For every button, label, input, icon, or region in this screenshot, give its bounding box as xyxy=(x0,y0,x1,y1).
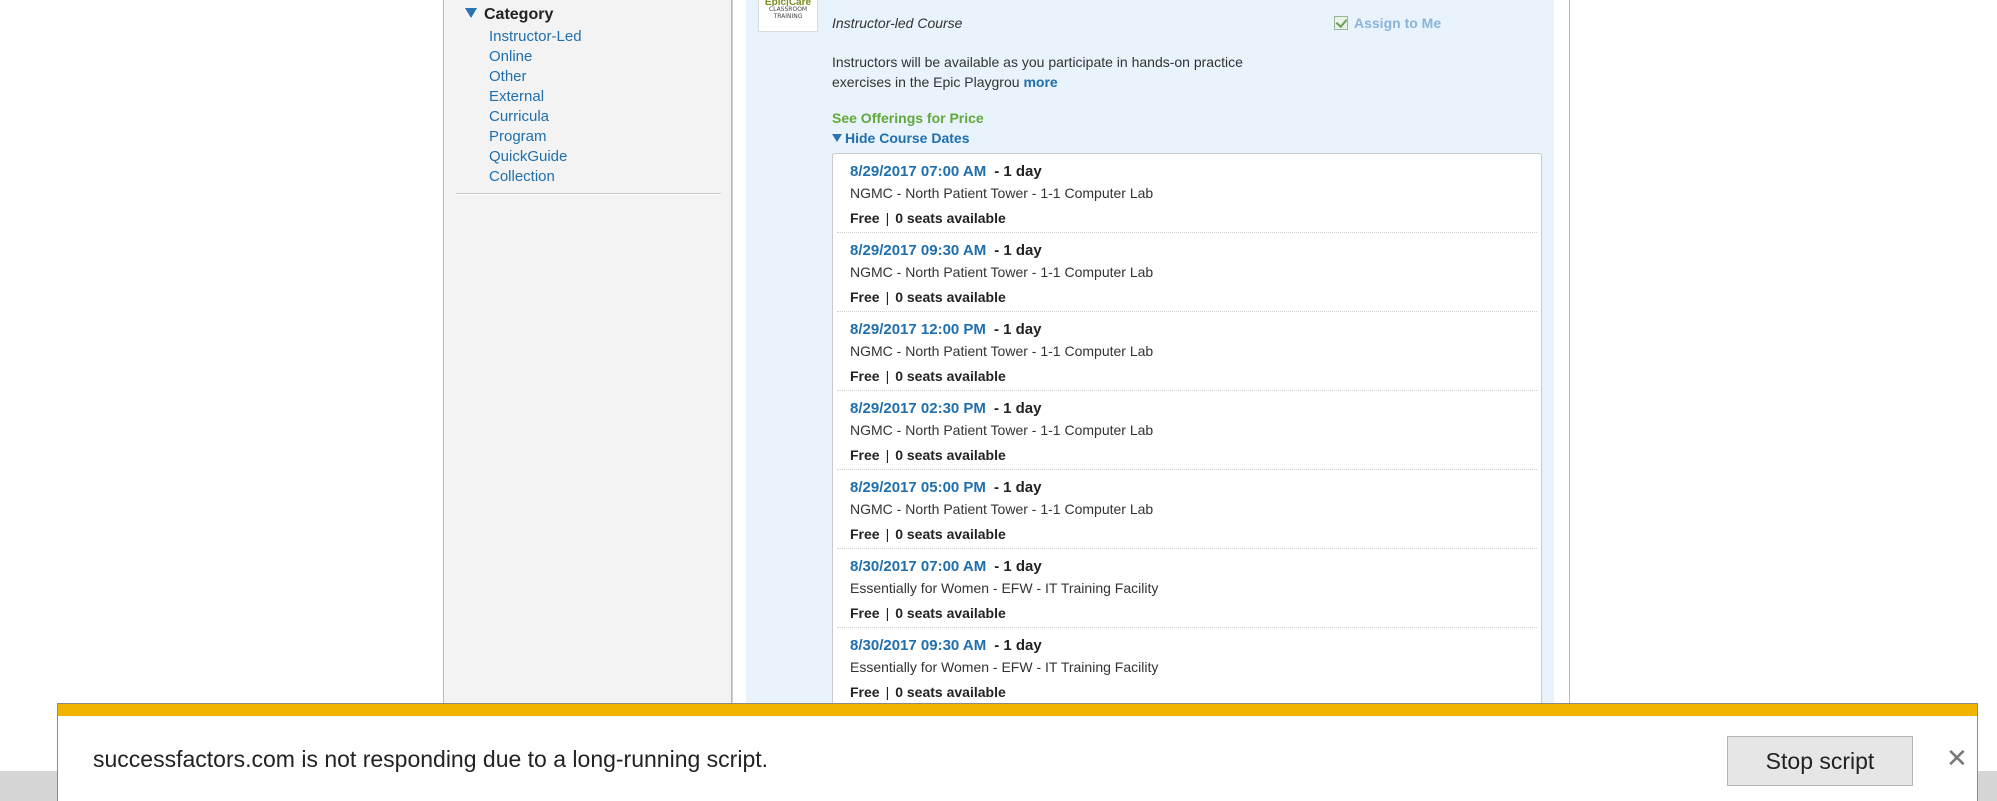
offering-price: Free xyxy=(850,684,880,700)
offering-price: Free xyxy=(850,605,880,621)
offering-price: Free xyxy=(850,368,880,384)
offering-row: 8/29/2017 12:00 PM - 1 day NGMC - North P… xyxy=(837,312,1537,391)
course-card: Epic|Care CLASSROOM TRAINING Instructor-… xyxy=(746,0,1554,715)
category-link-other[interactable]: Other xyxy=(489,68,527,85)
course-thumbnail[interactable]: Epic|Care CLASSROOM TRAINING xyxy=(758,0,818,32)
offering-location: NGMC - North Patient Tower - 1-1 Compute… xyxy=(850,422,1154,438)
offering-seats: 0 seats available xyxy=(895,447,1006,463)
notification-message: successfactors.com is not responding due… xyxy=(93,746,769,772)
offering-duration: - 1 day xyxy=(994,242,1042,259)
category-link-curricula[interactable]: Curricula xyxy=(489,108,549,125)
category-link-instructor-led[interactable]: Instructor-Led xyxy=(489,28,582,45)
collapse-triangle-icon[interactable] xyxy=(465,8,477,18)
offering-duration: - 1 day xyxy=(993,400,1042,417)
close-icon[interactable]: ✕ xyxy=(1946,744,1968,774)
category-header[interactable]: Category xyxy=(484,6,553,24)
assign-label: Assign to Me xyxy=(1354,15,1442,31)
sidebar-divider xyxy=(456,193,721,194)
offering-price: Free xyxy=(850,447,880,463)
offering-date-link[interactable]: 8/29/2017 12:00 PM xyxy=(850,321,986,338)
category-link-quickguide[interactable]: QuickGuide xyxy=(489,148,567,165)
offering-seats: 0 seats available xyxy=(895,289,1006,305)
offering-date-link[interactable]: 8/30/2017 07:00 AM xyxy=(850,558,986,575)
assign-check-icon xyxy=(1334,16,1348,30)
offering-date-link[interactable]: 8/29/2017 02:30 PM xyxy=(850,400,986,417)
offering-duration: - 1 day xyxy=(994,637,1042,654)
thumbnail-caption: CLASSROOM TRAINING xyxy=(768,6,808,20)
offering-row: 8/29/2017 02:30 PM - 1 day NGMC - North P… xyxy=(837,391,1537,470)
course-description: Instructors will be available as you par… xyxy=(832,52,1302,92)
category-link-program[interactable]: Program xyxy=(489,128,547,145)
offering-date-link[interactable]: 8/29/2017 09:30 AM xyxy=(850,242,986,259)
offering-location: NGMC - North Patient Tower - 1-1 Compute… xyxy=(850,343,1154,359)
offering-location: Essentially for Women - EFW - IT Trainin… xyxy=(850,580,1159,596)
offering-seats: 0 seats available xyxy=(895,368,1006,384)
offering-seats: 0 seats available xyxy=(895,605,1006,621)
offering-row: 8/29/2017 05:00 PM - 1 day NGMC - North P… xyxy=(837,470,1537,549)
stop-script-button[interactable]: Stop script xyxy=(1727,736,1913,786)
offering-price: Free xyxy=(850,289,880,305)
background-strip xyxy=(1978,771,1997,801)
course-results-panel: Epic|Care CLASSROOM TRAINING Instructor-… xyxy=(732,0,1570,715)
offering-seats: 0 seats available xyxy=(895,684,1006,700)
offering-price: Free xyxy=(850,210,880,226)
category-list: Instructor-Led Online Other External Cur… xyxy=(489,27,582,187)
category-link-collection[interactable]: Collection xyxy=(489,168,555,185)
offering-duration: - 1 day xyxy=(993,479,1042,496)
background-strip xyxy=(0,771,57,801)
collapse-triangle-icon xyxy=(832,134,842,142)
hide-course-dates-label: Hide Course Dates xyxy=(845,130,970,146)
warning-stripe xyxy=(58,704,1977,716)
offering-date-link[interactable]: 8/29/2017 05:00 PM xyxy=(850,479,986,496)
assign-to-me-button[interactable]: Assign to Me xyxy=(1334,15,1441,31)
offering-date-link[interactable]: 8/29/2017 07:00 AM xyxy=(850,163,986,180)
offering-date-link[interactable]: 8/30/2017 09:30 AM xyxy=(850,637,986,654)
more-link[interactable]: more xyxy=(1023,74,1057,90)
offering-duration: - 1 day xyxy=(994,163,1042,180)
offering-row: 8/30/2017 09:30 AM - 1 day Essentially fo… xyxy=(837,628,1537,707)
offering-location: NGMC - North Patient Tower - 1-1 Compute… xyxy=(850,185,1154,201)
offering-row: 8/29/2017 07:00 AM - 1 day NGMC - North P… xyxy=(837,154,1537,233)
script-warning-notification-bar: successfactors.com is not responding due… xyxy=(57,703,1978,801)
offering-location: NGMC - North Patient Tower - 1-1 Compute… xyxy=(850,501,1154,517)
course-type-label: Instructor-led Course xyxy=(832,15,963,31)
offering-duration: - 1 day xyxy=(993,321,1042,338)
offering-row: 8/29/2017 09:30 AM - 1 day NGMC - North P… xyxy=(837,233,1537,312)
category-link-external[interactable]: External xyxy=(489,88,544,105)
offering-seats: 0 seats available xyxy=(895,526,1006,542)
offering-seats: 0 seats available xyxy=(895,210,1006,226)
offering-price: Free xyxy=(850,526,880,542)
offering-row: 8/30/2017 07:00 AM - 1 day Essentially fo… xyxy=(837,549,1537,628)
course-dates-list: 8/29/2017 07:00 AM - 1 day NGMC - North P… xyxy=(832,153,1542,715)
offering-duration: - 1 day xyxy=(994,558,1042,575)
offering-location: Essentially for Women - EFW - IT Trainin… xyxy=(850,659,1159,675)
category-sidebar: Category Instructor-Led Online Other Ext… xyxy=(443,0,732,705)
category-link-online[interactable]: Online xyxy=(489,48,532,65)
see-offerings-price-link[interactable]: See Offerings for Price xyxy=(832,110,984,126)
offering-location: NGMC - North Patient Tower - 1-1 Compute… xyxy=(850,264,1154,280)
hide-course-dates-toggle[interactable]: Hide Course Dates xyxy=(832,130,969,146)
